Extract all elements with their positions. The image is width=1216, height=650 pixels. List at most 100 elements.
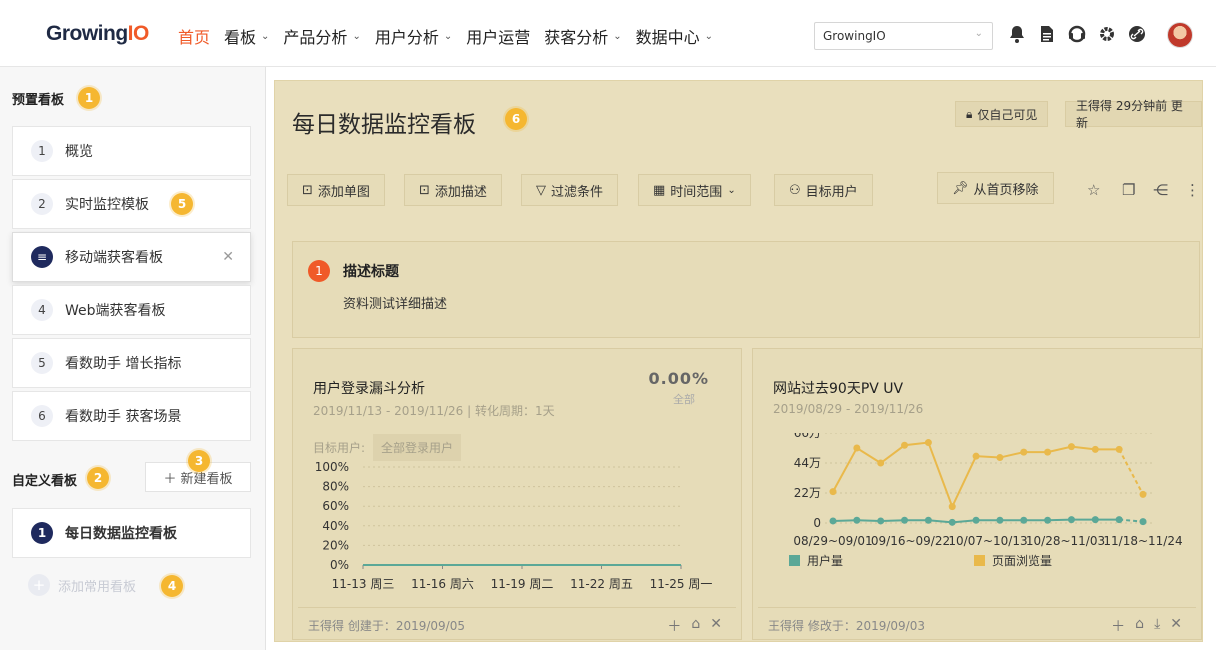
data-point [901, 441, 909, 449]
card-footer: 王得得 修改于：2019/09/03 ＋ ⌂ ⤓ ✕ [758, 607, 1196, 639]
plus-icon[interactable]: ＋ [1111, 616, 1125, 636]
sidebar-item-label: 移动端获客看板 [65, 250, 163, 266]
data-point [1091, 516, 1099, 524]
x-tick-label: 11-19 周二 [491, 577, 554, 591]
close-icon[interactable]: ✕ [222, 249, 234, 265]
sidebar-item-overview[interactable]: 1 概览 [12, 126, 251, 176]
growingio-logo[interactable]: GrowingIO [46, 22, 149, 46]
sidebar-item-label: 每日数据监控看板 [65, 526, 177, 542]
sidebar-item-realtime-template[interactable]: 2 实时监控模板 5 [12, 179, 251, 229]
data-point [1020, 516, 1028, 524]
nav-item-boards[interactable]: 看板 ⌄ [224, 24, 269, 48]
sidebar-item-acquisition-scenes[interactable]: 6 看数助手 获客场景 [12, 391, 251, 441]
legend-label: 用户量 [807, 553, 843, 568]
gear-icon[interactable] [1098, 24, 1116, 44]
time-range-button[interactable]: ▦ 时间范围 ⌄ [638, 174, 751, 206]
data-point [1139, 490, 1147, 498]
user-avatar[interactable] [1167, 22, 1193, 48]
headset-icon[interactable] [1068, 24, 1086, 44]
data-point [1020, 448, 1028, 456]
sidebar-item-growth-metrics[interactable]: 5 看数助手 增长指标 [12, 338, 251, 388]
user-icon: ⚇ [789, 182, 801, 198]
description-card[interactable]: 1 描述标题 资料测试详细描述 [292, 241, 1200, 338]
page-title: 每日数据监控看板 [292, 112, 476, 138]
more-icon[interactable]: ⋮ [1185, 181, 1200, 199]
data-point [972, 452, 980, 460]
data-point [1067, 443, 1075, 451]
tour-badge-3[interactable]: 3 [188, 450, 210, 472]
tour-badge-6[interactable]: 6 [505, 108, 527, 130]
card-footer: 王得得 创建于：2019/09/05 ＋ ⌂ ✕ [298, 607, 736, 639]
nav-item-user-analysis[interactable]: 用户分析 ⌄ [375, 24, 452, 48]
tour-badge-2[interactable]: 2 [87, 467, 109, 489]
plus-icon[interactable]: ＋ [667, 616, 681, 636]
add-chart-icon: ⊡ [302, 182, 313, 198]
nav-item-acquisition-analysis[interactable]: 获客分析 ⌄ [544, 24, 621, 48]
sidebar-item-mobile-acquisition[interactable]: ≡ 移动端获客看板 ✕ [12, 232, 251, 282]
nav-item-user-operations[interactable]: 用户运营 [466, 24, 530, 48]
nav-item-product-analysis[interactable]: 产品分析 ⌄ [283, 24, 360, 48]
dashboard-area: 每日数据监控看板 6 🔒︎ 仅自己可见 王得得 29分钟前 更新 ⊡ 添加单图 ⊡… [274, 80, 1203, 642]
close-icon[interactable]: ✕ [710, 616, 722, 636]
close-icon[interactable]: ✕ [1170, 616, 1182, 636]
sidebar-item-label: 看数助手 获客场景 [65, 409, 182, 425]
lock-icon: 🔒︎ [966, 106, 973, 121]
star-icon[interactable]: ☆ [1087, 181, 1100, 199]
target-user-button[interactable]: ⚇ 目标用户 [774, 174, 873, 206]
legend-label: 页面浏览量 [992, 553, 1052, 568]
item-number: 2 [31, 193, 53, 215]
plus-icon: ＋ [163, 471, 177, 487]
tour-badge-4[interactable]: 4 [161, 575, 183, 597]
tour-badge-5[interactable]: 5 [171, 193, 193, 215]
data-point [996, 516, 1004, 524]
add-description-button[interactable]: ⊡ 添加描述 [404, 174, 502, 206]
bell-icon[interactable] [1008, 24, 1026, 44]
lock-icon[interactable]: ⌂ [1135, 616, 1144, 636]
y-tick-label: 40% [322, 519, 349, 533]
conversion-rate-label: 全部 [673, 393, 695, 406]
funnel-chart-card[interactable]: 用户登录漏斗分析 2019/11/13 - 2019/11/26 | 转化周期：… [292, 348, 742, 640]
data-point [1115, 445, 1123, 453]
remove-from-home-button[interactable]: 📌︎ 从首页移除 [937, 172, 1054, 204]
lock-icon[interactable]: ⌂ [691, 616, 700, 636]
document-icon[interactable] [1038, 24, 1056, 44]
card-title: 用户登录漏斗分析 [313, 381, 425, 397]
legend-swatch [789, 555, 800, 566]
visibility-badge[interactable]: 🔒︎ 仅自己可见 [955, 101, 1049, 127]
description-title: 描述标题 [343, 264, 399, 280]
link-icon[interactable] [1128, 24, 1146, 44]
pv-uv-chart-card[interactable]: 网站过去90天PV UV 2019/08/29 - 2019/11/26 66万… [752, 348, 1202, 640]
custom-boards-title: 自定义看板 [12, 474, 78, 489]
chevron-down-icon: ⌄ [704, 30, 714, 42]
chevron-down-icon: ⌄ [443, 30, 453, 42]
data-point [877, 459, 885, 467]
sidebar-item-web-acquisition[interactable]: 4 Web端获客看板 [12, 285, 251, 335]
project-select[interactable]: GrowingIO ⌄ [814, 22, 993, 50]
data-point [853, 444, 861, 452]
add-chart-button[interactable]: ⊡ 添加单图 [287, 174, 385, 206]
data-point [1139, 518, 1147, 526]
nav-item-home[interactable]: 首页 [178, 24, 210, 48]
data-point [901, 516, 909, 524]
add-common-board-button[interactable]: + 添加常用看板 [28, 574, 136, 596]
share-icon[interactable]: ⋲ [1153, 181, 1168, 199]
nav-item-data-center[interactable]: 数据中心 ⌄ [636, 24, 713, 48]
data-point [829, 517, 837, 525]
sidebar-item-daily-monitor[interactable]: 1 每日数据监控看板 [12, 508, 251, 558]
item-number: 1 [31, 522, 53, 544]
target-user-chip[interactable]: 全部登录用户 [373, 434, 462, 461]
conversion-rate: 0.00% [648, 369, 709, 388]
sidebar-item-label: 概览 [65, 144, 93, 160]
data-point [829, 488, 837, 496]
y-tick-label: 0 [813, 516, 821, 530]
target-user-row: 目标用户: 全部登录用户 [313, 434, 462, 461]
download-icon[interactable]: ⤓ [1154, 616, 1160, 636]
drag-handle-icon[interactable]: ≡ [31, 246, 53, 268]
copy-icon[interactable]: ❐ [1122, 181, 1135, 199]
tour-badge-1[interactable]: 1 [78, 87, 100, 109]
sidebar-item-label: 实时监控模板 [65, 197, 149, 213]
x-tick-label: 10/07~10/13 [948, 534, 1027, 548]
x-tick-label: 09/16~09/22 [871, 534, 950, 548]
data-point [1067, 516, 1075, 524]
filter-button[interactable]: ▽ 过滤条件 [521, 174, 619, 206]
